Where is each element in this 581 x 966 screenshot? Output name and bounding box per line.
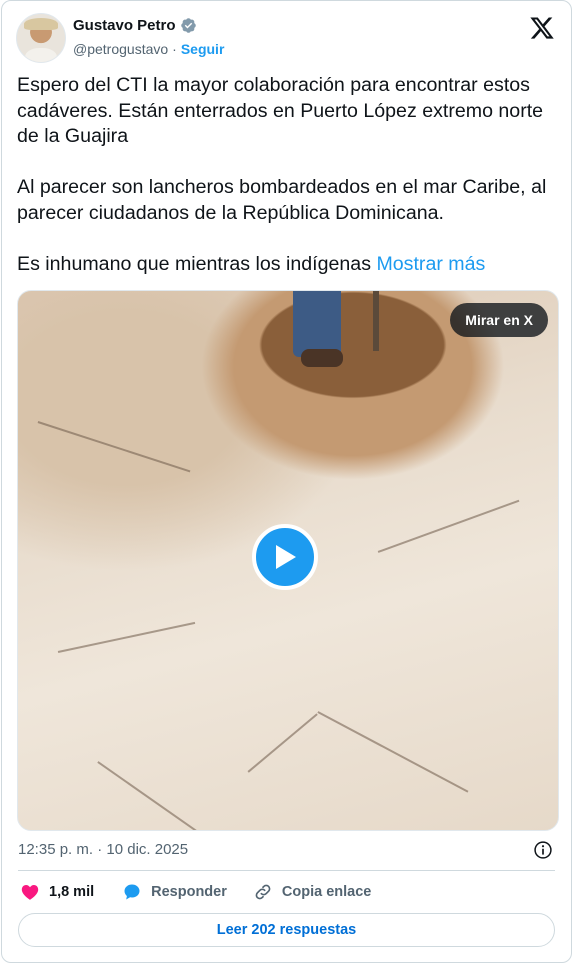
timestamp[interactable]: 12:35 p. m. · 10 dic. 2025 [18, 841, 188, 858]
tweet-paragraph-1: Espero del CTI la mayor colaboración par… [17, 74, 544, 147]
read-replies-button[interactable]: Leer 202 respuestas [18, 913, 555, 947]
info-icon[interactable] [533, 840, 553, 860]
divider [18, 870, 555, 871]
watch-on-x-button[interactable]: Mirar en X [450, 303, 548, 337]
x-logo-icon[interactable] [529, 15, 555, 41]
tweet-paragraph-2: Al parecer son lancheros bombardeados en… [17, 176, 547, 224]
reply-button[interactable]: Responder [122, 882, 227, 902]
tweet-actions: 1,8 mil Responder Copia enlace [20, 879, 397, 905]
show-more-link[interactable]: Mostrar más [376, 253, 485, 275]
tweet-paragraph-3-text: Es inhumano que mientras los indígenas [17, 252, 371, 275]
video-player[interactable]: Mirar en X [17, 290, 559, 831]
heart-icon [21, 885, 39, 900]
copy-link-label: Copia enlace [281, 884, 372, 900]
handle-separator: · [172, 41, 177, 57]
author-name-row: Gustavo Petro [73, 17, 197, 34]
author-name[interactable]: Gustavo Petro [73, 17, 176, 34]
tweet-header: Gustavo Petro @petrogustavo · Seguir [16, 13, 557, 65]
tweet-embed-card: Gustavo Petro @petrogustavo · Seguir Esp… [1, 0, 572, 963]
tweet-meta: 12:35 p. m. · 10 dic. 2025 [18, 839, 555, 861]
avatar[interactable] [16, 13, 66, 63]
author-handle-row: @petrogustavo · Seguir [73, 41, 224, 57]
video-thumbnail-figure [293, 291, 341, 357]
tweet-text: Espero del CTI la mayor colaboración par… [17, 73, 562, 277]
follow-button[interactable]: Seguir [181, 41, 225, 57]
verified-badge-icon [180, 18, 196, 33]
link-icon [255, 884, 271, 900]
tweet-paragraph-3: Es inhumano que mientras los indígenas M… [17, 252, 562, 278]
reply-label: Responder [151, 884, 227, 900]
like-button[interactable]: 1,8 mil [20, 882, 94, 902]
author-handle[interactable]: @petrogustavo [73, 41, 168, 57]
play-icon [276, 545, 296, 569]
likes-count: 1,8 mil [49, 884, 95, 900]
speech-bubble-icon [124, 884, 140, 900]
copy-link-button[interactable]: Copia enlace [253, 882, 371, 902]
play-button[interactable] [252, 524, 318, 590]
